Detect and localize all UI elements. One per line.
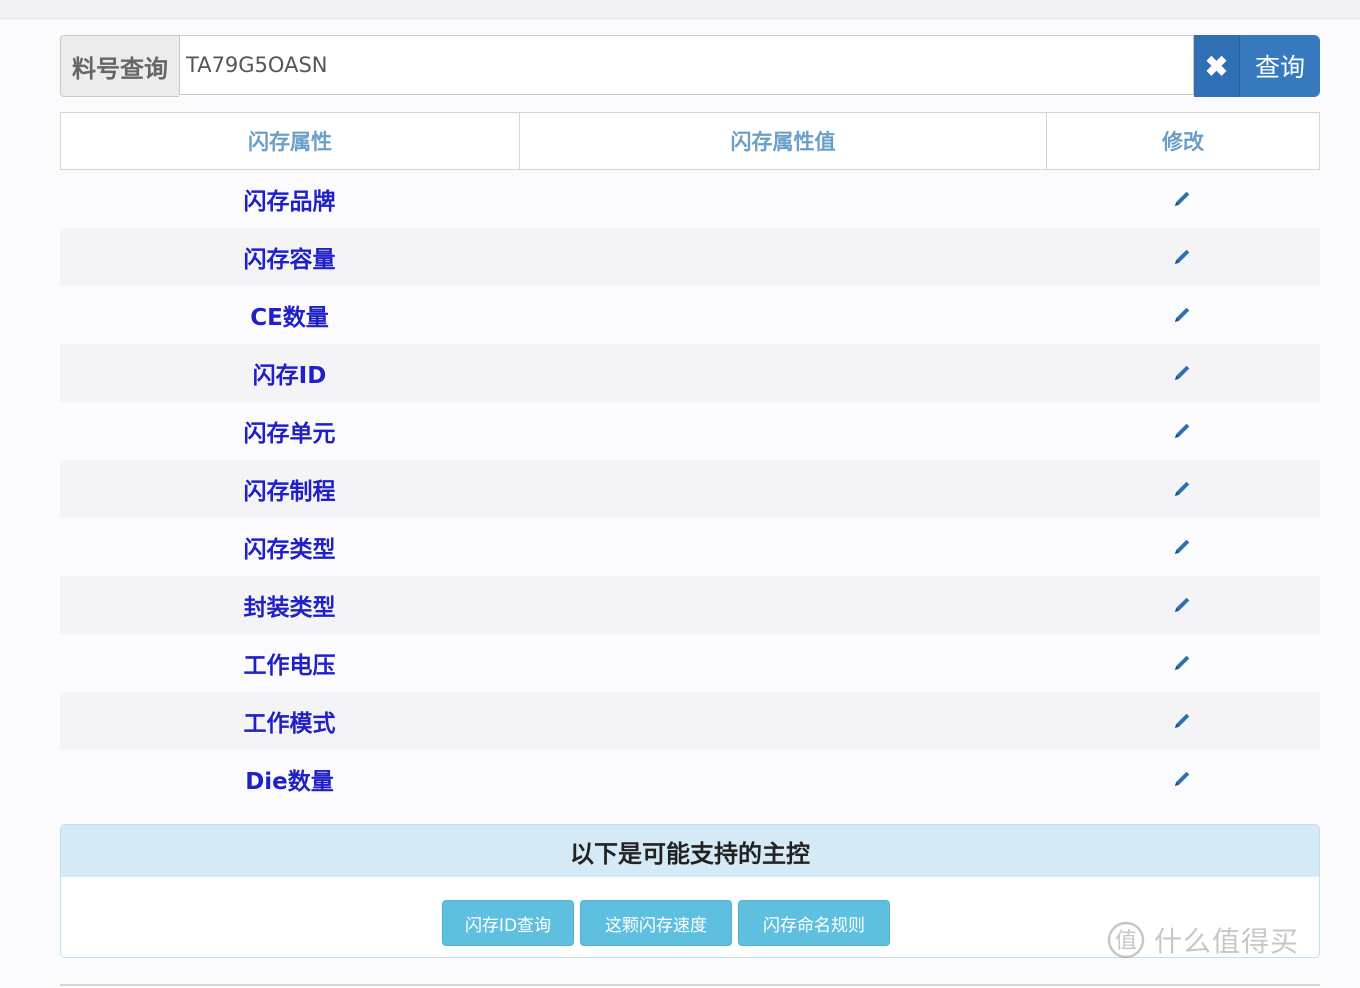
edit-cell	[1046, 692, 1318, 750]
watermark-logo-char: 值	[1115, 929, 1137, 954]
table-row: 闪存类型	[60, 518, 1320, 576]
attribute-label: 闪存ID	[252, 363, 327, 389]
edit-cell	[1046, 228, 1318, 286]
attribute-value	[519, 576, 1046, 634]
part-number-search: 料号查询 ✖ 查询	[60, 35, 1320, 97]
watermark: 值 什么值得买	[1106, 920, 1299, 960]
table-row: 工作电压	[60, 634, 1320, 692]
attribute-label: 闪存容量	[243, 247, 336, 273]
edit-cell	[1046, 750, 1318, 808]
edit-cell	[1046, 634, 1318, 692]
edit-cell	[1046, 402, 1318, 460]
attribute-value	[519, 692, 1046, 750]
attribute-value	[519, 518, 1046, 576]
pencil-icon[interactable]	[1171, 246, 1193, 268]
edit-cell	[1046, 576, 1318, 634]
table-body: 闪存品牌闪存容量 CE数量闪存ID 闪存单元闪存制程闪存类型封装类型工作电压工作模式…	[60, 170, 1320, 808]
table-row: 闪存ID	[60, 344, 1320, 402]
query-button[interactable]: 查询	[1240, 35, 1320, 97]
header-edit: 修改	[1162, 130, 1204, 154]
pencil-icon[interactable]	[1171, 304, 1193, 326]
attribute-label: 闪存单元	[243, 421, 336, 447]
flash-naming-rules-button[interactable]: 闪存命名规则	[738, 900, 890, 946]
table-header: 闪存属性 闪存属性值 修改	[60, 112, 1320, 170]
search-button-group: ✖ 查询	[1194, 35, 1320, 97]
edit-cell	[1046, 286, 1318, 344]
attribute-value	[519, 634, 1046, 692]
controller-panel-title: 以下是可能支持的主控	[61, 825, 1319, 877]
attribute-value	[519, 460, 1046, 518]
pencil-icon[interactable]	[1171, 652, 1193, 674]
attribute-value	[519, 750, 1046, 808]
pencil-icon[interactable]	[1171, 710, 1193, 732]
table-row: 闪存品牌	[60, 170, 1320, 228]
table-row: 闪存制程	[60, 460, 1320, 518]
pencil-icon[interactable]	[1171, 478, 1193, 500]
clear-button[interactable]: ✖	[1194, 35, 1240, 97]
table-row: CE数量	[60, 286, 1320, 344]
top-bar	[0, 0, 1360, 19]
edit-cell	[1046, 344, 1318, 402]
flash-speed-button[interactable]: 这颗闪存速度	[580, 900, 732, 946]
attribute-label: CE数量	[250, 305, 329, 331]
attribute-label: 闪存类型	[243, 537, 336, 563]
attribute-value	[519, 344, 1046, 402]
attribute-label: 封装类型	[243, 595, 336, 621]
attribute-label: 工作电压	[243, 653, 336, 679]
pencil-icon[interactable]	[1171, 420, 1193, 442]
table-row: 工作模式	[60, 692, 1320, 750]
pencil-icon[interactable]	[1171, 594, 1193, 616]
attribute-label: 闪存品牌	[243, 189, 336, 215]
pencil-icon[interactable]	[1171, 188, 1193, 210]
close-icon: ✖	[1204, 50, 1229, 82]
header-attribute-value: 闪存属性值	[520, 113, 1047, 169]
pencil-icon[interactable]	[1171, 536, 1193, 558]
attribute-value	[519, 402, 1046, 460]
edit-cell	[1046, 460, 1318, 518]
search-label: 料号查询	[60, 35, 179, 97]
edit-cell	[1046, 518, 1318, 576]
attribute-value	[519, 170, 1046, 228]
attribute-label: 闪存制程	[243, 479, 336, 505]
attribute-label: 工作模式	[243, 711, 336, 737]
watermark-text: 什么值得买	[1154, 925, 1300, 958]
attribute-label: Die数量	[245, 769, 334, 795]
table-row: 闪存单元	[60, 402, 1320, 460]
pencil-icon[interactable]	[1171, 362, 1193, 384]
flash-attribute-table: 闪存属性 闪存属性值 修改 闪存品牌 闪存容量 CE数量 闪存ID 闪存单元 闪存制程 闪存…	[60, 112, 1320, 808]
pencil-icon[interactable]	[1171, 768, 1193, 790]
watermark-logo-icon: 值	[1107, 921, 1145, 959]
table-row: 封装类型	[60, 576, 1320, 634]
flash-id-query-button[interactable]: 闪存ID查询	[442, 900, 574, 946]
bottom-divider	[60, 984, 1320, 986]
attribute-value	[519, 286, 1046, 344]
edit-cell	[1046, 170, 1318, 228]
table-row: Die数量	[60, 750, 1320, 808]
part-number-input[interactable]	[179, 35, 1194, 95]
header-attribute: 闪存属性	[61, 113, 520, 169]
attribute-value	[519, 228, 1046, 286]
table-row: 闪存容量	[60, 228, 1320, 286]
